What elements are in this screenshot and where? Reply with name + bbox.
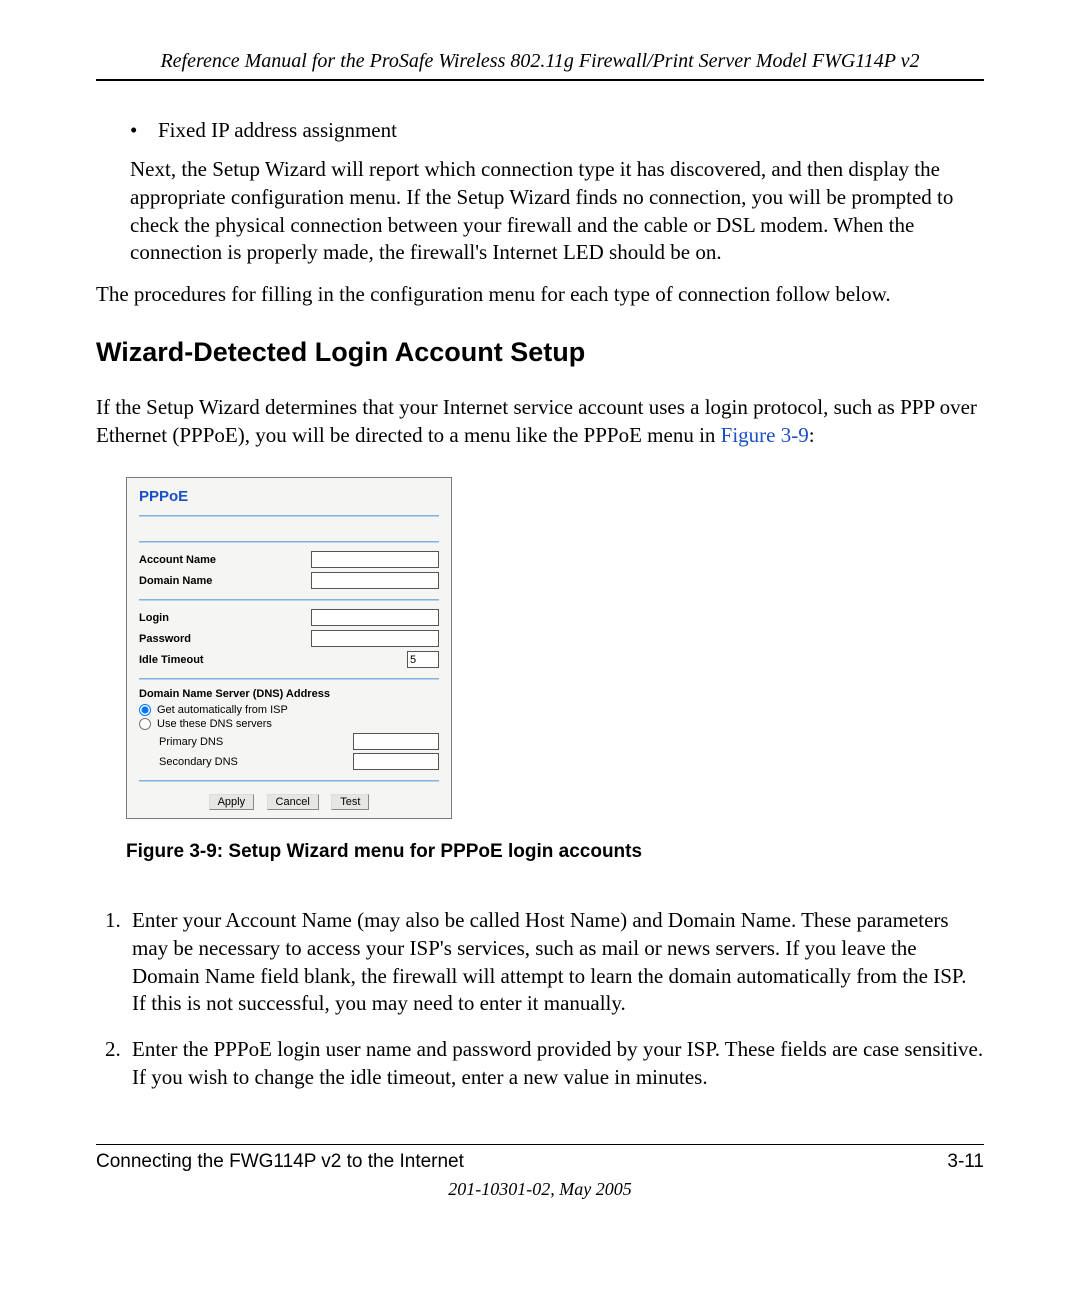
page: Reference Manual for the ProSafe Wireles… [0, 0, 1080, 1296]
login-row: Login [139, 609, 439, 626]
footer-chapter-title: Connecting the FWG114P v2 to the Interne… [96, 1151, 464, 1173]
idle-timeout-input[interactable] [407, 651, 439, 668]
secondary-dns-row: Secondary DNS [159, 753, 439, 770]
login-label: Login [139, 612, 169, 624]
login-input[interactable] [311, 609, 439, 626]
separator [139, 515, 439, 517]
primary-dns-label: Primary DNS [159, 736, 223, 748]
section-paragraph: If the Setup Wizard determines that your… [96, 394, 984, 449]
button-row: Apply Cancel Test [139, 792, 439, 810]
domain-name-row: Domain Name [139, 572, 439, 589]
step-1: Enter your Account Name (may also be cal… [126, 907, 984, 1018]
intro-followup: Next, the Setup Wizard will report which… [130, 156, 984, 267]
pppoe-title: PPPoE [139, 488, 439, 505]
domain-name-input[interactable] [311, 572, 439, 589]
footer-doc-id: 201-10301-02, May 2005 [96, 1179, 984, 1200]
separator [139, 599, 439, 601]
section-title: Wizard-Detected Login Account Setup [96, 337, 984, 368]
secondary-dns-label: Secondary DNS [159, 756, 238, 768]
primary-dns-input[interactable] [353, 733, 439, 750]
account-name-label: Account Name [139, 554, 216, 566]
test-button[interactable]: Test [331, 794, 369, 810]
figure-caption: Figure 3-9: Setup Wizard menu for PPPoE … [126, 841, 984, 863]
password-input[interactable] [311, 630, 439, 647]
idle-timeout-row: Idle Timeout [139, 651, 439, 668]
steps-list: Enter your Account Name (may also be cal… [126, 907, 984, 1091]
dns-auto-radio-row[interactable]: Get automatically from ISP [139, 704, 439, 716]
dns-manual-label: Use these DNS servers [157, 718, 272, 730]
dns-auto-label: Get automatically from ISP [157, 704, 288, 716]
intro-list: Fixed IP address assignment Next, the Se… [120, 117, 984, 267]
figure-wrap: PPPoE Account Name Domain Name Login Pas… [126, 477, 984, 863]
dns-manual-radio[interactable] [139, 718, 151, 730]
lead-out-paragraph: The procedures for filling in the config… [96, 281, 984, 309]
secondary-dns-input[interactable] [353, 753, 439, 770]
password-label: Password [139, 633, 191, 645]
footer: Connecting the FWG114P v2 to the Interne… [96, 1132, 984, 1200]
password-row: Password [139, 630, 439, 647]
section-para-post: : [809, 423, 815, 447]
section-para-pre: If the Setup Wizard determines that your… [96, 395, 977, 447]
separator [139, 678, 439, 680]
separator [139, 780, 439, 782]
step-2: Enter the PPPoE login user name and pass… [126, 1036, 984, 1091]
pppoe-config-box: PPPoE Account Name Domain Name Login Pas… [126, 477, 452, 819]
account-name-row: Account Name [139, 551, 439, 568]
running-head: Reference Manual for the ProSafe Wireles… [96, 50, 984, 73]
apply-button[interactable]: Apply [209, 794, 255, 810]
top-rule [96, 79, 984, 81]
primary-dns-row: Primary DNS [159, 733, 439, 750]
account-name-input[interactable] [311, 551, 439, 568]
separator [139, 541, 439, 543]
bullet-fixed-ip: Fixed IP address assignment [120, 117, 984, 144]
idle-timeout-label: Idle Timeout [139, 654, 204, 666]
dns-auto-radio[interactable] [139, 704, 151, 716]
figure-reference-link[interactable]: Figure 3-9 [721, 423, 809, 447]
bottom-rule [96, 1144, 984, 1145]
cancel-button[interactable]: Cancel [267, 794, 319, 810]
footer-page-number: 3-11 [947, 1151, 984, 1173]
dns-heading: Domain Name Server (DNS) Address [139, 688, 439, 700]
domain-name-label: Domain Name [139, 575, 212, 587]
dns-manual-radio-row[interactable]: Use these DNS servers [139, 718, 439, 730]
